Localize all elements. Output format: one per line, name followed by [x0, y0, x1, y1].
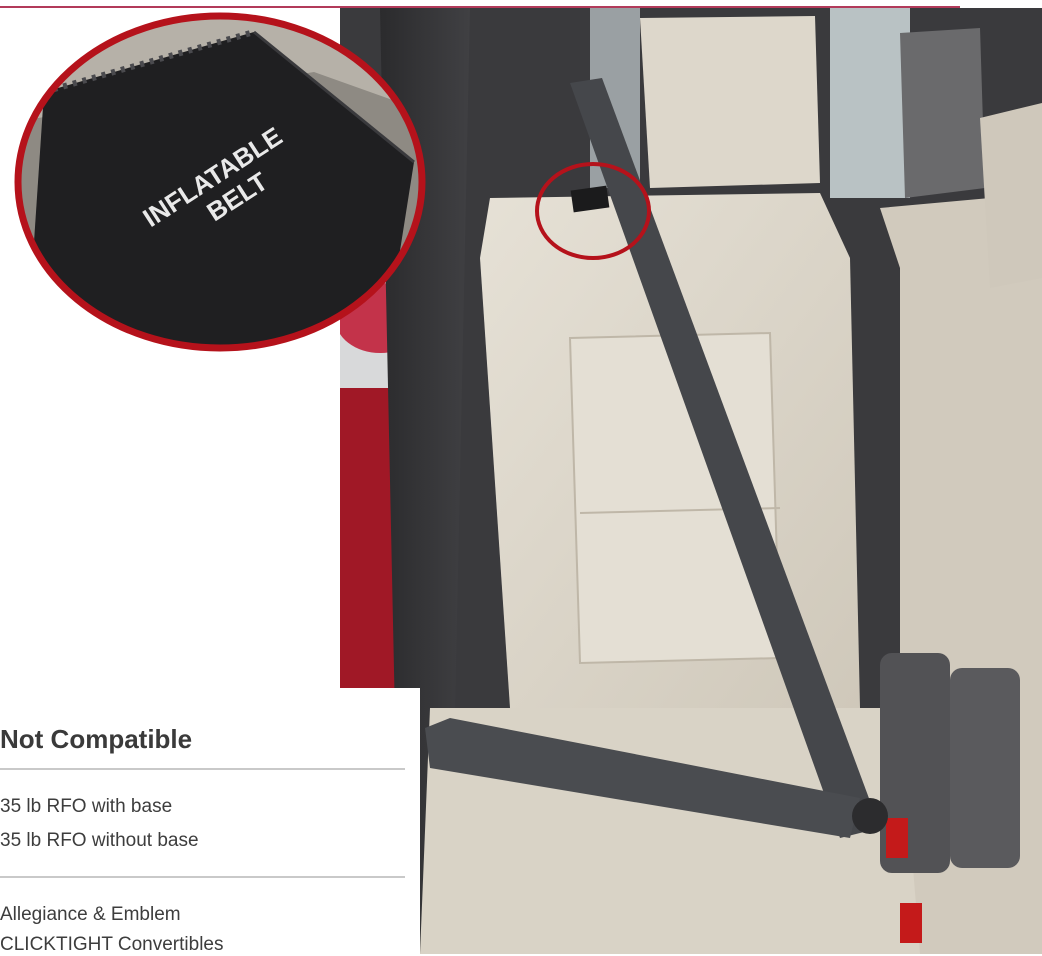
list-item: Allegiance & Emblem: [0, 904, 181, 925]
rear-seat-with-inflatable-belt-image: [340, 8, 1042, 954]
list-item: CLICKTIGHT Convertibles: [0, 934, 224, 955]
divider: [0, 876, 405, 878]
car-seat-photo: [340, 8, 1042, 954]
list-item: 35 lb RFO without base: [0, 830, 199, 851]
list-item: 35 lb RFO with base: [0, 796, 173, 817]
divider: [0, 768, 405, 770]
inflatable-belt-zoom-callout: INFLATABLE BELT: [14, 12, 426, 352]
section-title: Not Compatible: [0, 724, 193, 754]
